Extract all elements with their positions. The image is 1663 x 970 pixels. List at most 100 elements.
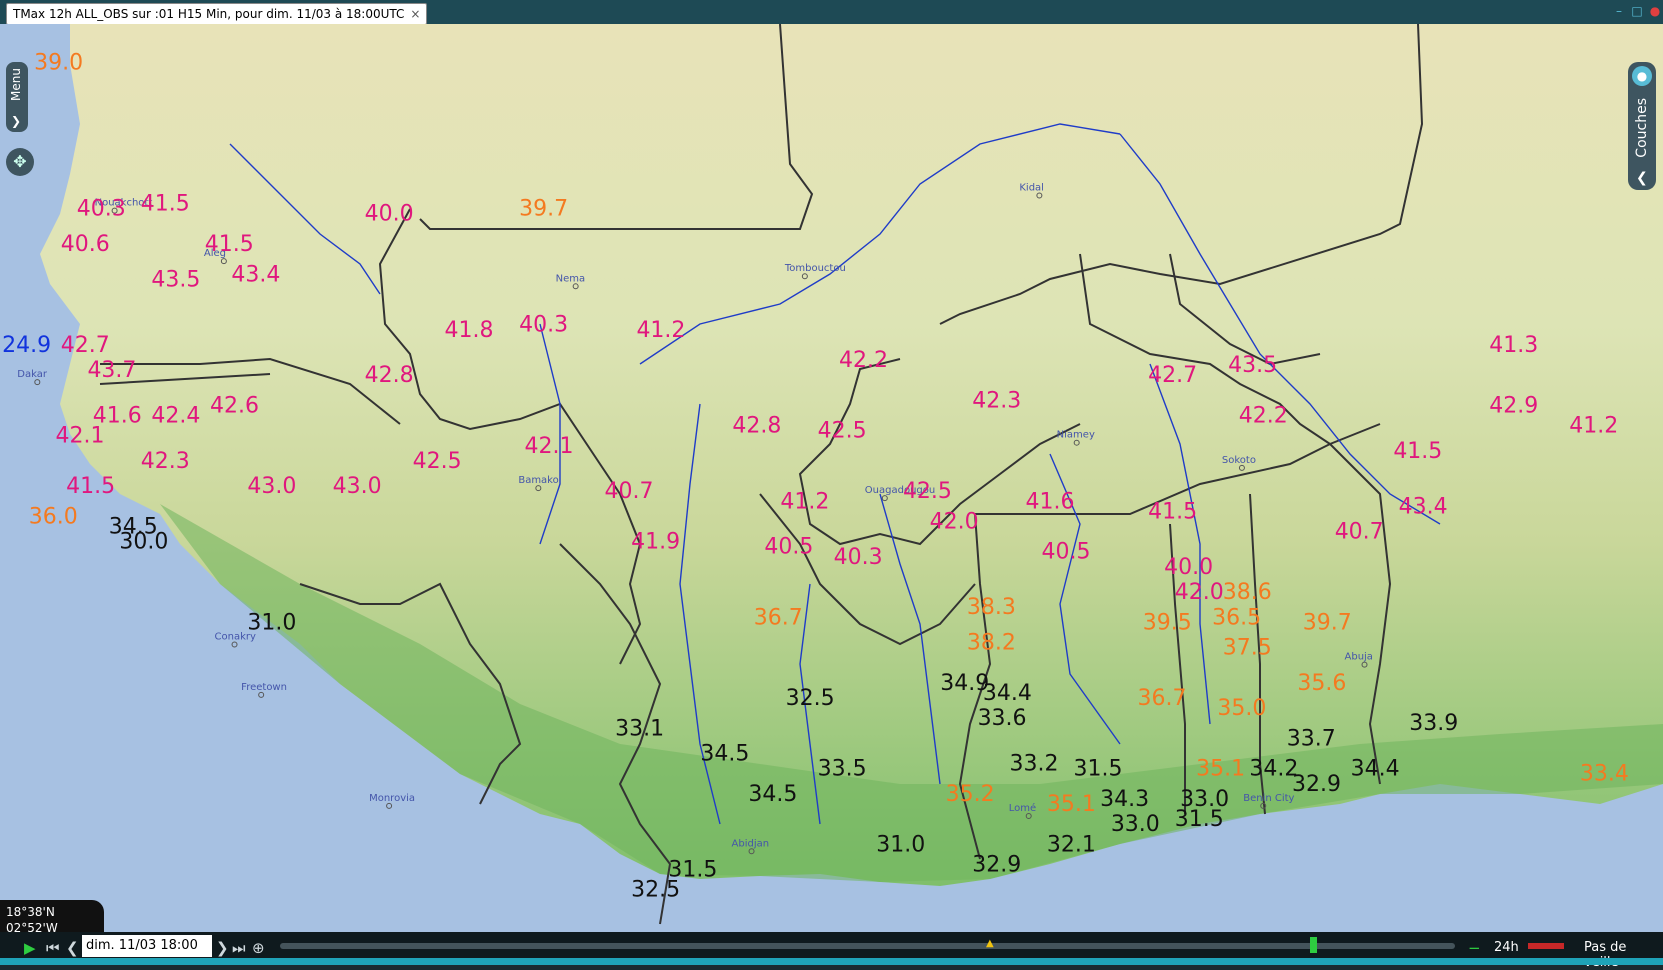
obs-value-47[interactable]: 40.0 (1164, 555, 1213, 580)
obs-value-42[interactable]: 40.5 (1042, 540, 1091, 565)
obs-value-66[interactable]: 32.5 (786, 686, 835, 711)
layers-tab[interactable]: ● Couches ❮ (1628, 62, 1656, 190)
obs-value-9[interactable]: 43.7 (87, 358, 136, 383)
time-slider-track[interactable] (280, 943, 1455, 949)
obs-value-82[interactable]: 34.3 (1100, 787, 1149, 812)
obs-value-48[interactable]: 42.0 (1175, 580, 1224, 605)
obs-value-20[interactable]: 30.0 (119, 530, 168, 555)
obs-value-45[interactable]: 42.2 (1239, 404, 1288, 429)
obs-value-7[interactable]: 24.9 (2, 333, 51, 358)
obs-value-58[interactable]: 35.0 (1217, 696, 1266, 721)
pan-icon[interactable]: ✥ (6, 148, 34, 176)
obs-value-49[interactable]: 38.6 (1223, 580, 1272, 605)
speed-slider[interactable] (1528, 943, 1564, 949)
obs-value-32[interactable]: 42.2 (839, 348, 888, 373)
obs-value-83[interactable]: 35.1 (1047, 792, 1096, 817)
obs-value-65[interactable]: 33.1 (615, 716, 664, 741)
obs-value-38[interactable]: 42.5 (903, 479, 952, 504)
obs-value-5[interactable]: 43.4 (231, 262, 280, 287)
obs-value-15[interactable]: 41.5 (66, 474, 115, 499)
obs-value-14[interactable]: 42.3 (141, 449, 190, 474)
obs-value-1[interactable]: 40.3 (77, 197, 126, 222)
obs-value-39[interactable]: 42.0 (930, 509, 979, 534)
obs-value-4[interactable]: 41.5 (205, 232, 254, 257)
obs-value-51[interactable]: 37.5 (1223, 636, 1272, 661)
obs-value-44[interactable]: 43.5 (1228, 353, 1277, 378)
map-canvas[interactable]: NouakchottAlegNemaTombouctouBamakoOuagad… (0, 24, 1663, 932)
obs-value-79[interactable]: 33.9 (1409, 711, 1458, 736)
zoom-icon[interactable]: ⊕ (252, 940, 265, 956)
minus-icon[interactable]: − (1468, 940, 1481, 956)
obs-value-73[interactable]: 31.5 (1074, 757, 1123, 782)
obs-value-43[interactable]: 42.7 (1148, 363, 1197, 388)
obs-value-70[interactable]: 34.5 (700, 741, 749, 766)
obs-value-60[interactable]: 42.9 (1489, 393, 1538, 418)
obs-value-46[interactable]: 41.5 (1148, 499, 1197, 524)
obs-value-57[interactable]: 36.7 (1137, 686, 1186, 711)
play-icon[interactable]: ▶ (24, 940, 36, 956)
obs-value-53[interactable]: 38.2 (967, 631, 1016, 656)
obs-value-22[interactable]: 39.7 (519, 197, 568, 222)
minimize-icon[interactable]: – (1612, 4, 1626, 18)
first-frame-icon[interactable]: ⏮ (46, 940, 60, 956)
obs-value-41[interactable]: 41.6 (1026, 489, 1075, 514)
obs-value-2[interactable]: 41.5 (141, 192, 190, 217)
obs-value-87[interactable]: 31.0 (876, 832, 925, 857)
obs-value-78[interactable]: 33.7 (1287, 726, 1336, 751)
obs-value-12[interactable]: 42.1 (55, 424, 104, 449)
obs-value-63[interactable]: 43.4 (1399, 494, 1448, 519)
obs-value-25[interactable]: 41.2 (636, 318, 685, 343)
obs-value-36[interactable]: 40.3 (834, 545, 883, 570)
prev-frame-icon[interactable]: ❮ (66, 940, 79, 956)
obs-value-75[interactable]: 34.2 (1249, 757, 1298, 782)
obs-value-50[interactable]: 36.5 (1212, 605, 1261, 630)
obs-value-8[interactable]: 42.7 (61, 333, 110, 358)
obs-value-91[interactable]: 32.5 (631, 878, 680, 903)
obs-value-6[interactable]: 43.5 (151, 267, 200, 292)
obs-value-64[interactable]: 40.7 (1335, 520, 1384, 545)
obs-value-89[interactable]: 32.9 (972, 852, 1021, 877)
obs-value-34[interactable]: 41.9 (631, 530, 680, 555)
close-window-icon[interactable]: ● (1648, 4, 1662, 18)
obs-value-85[interactable]: 33.0 (1111, 812, 1160, 837)
obs-value-37[interactable]: 36.7 (754, 605, 803, 630)
obs-value-93[interactable]: 33.4 (1580, 762, 1629, 787)
obs-value-68[interactable]: 34.4 (983, 681, 1032, 706)
time-slider-handle[interactable] (1310, 937, 1317, 953)
obs-value-33[interactable]: 41.2 (780, 489, 829, 514)
map-tab[interactable]: TMax 12h ALL_OBS sur :01 H15 Min, pour d… (6, 3, 428, 25)
obs-value-40[interactable]: 42.3 (972, 388, 1021, 413)
obs-value-67[interactable]: 34.9 (940, 671, 989, 696)
obs-value-24[interactable]: 40.3 (519, 313, 568, 338)
obs-value-72[interactable]: 33.2 (1010, 752, 1059, 777)
obs-value-35[interactable]: 40.5 (764, 535, 813, 560)
menu-tab[interactable]: Menu ❯ (6, 62, 28, 132)
obs-value-0[interactable]: 39.0 (34, 50, 83, 75)
obs-value-54[interactable]: 39.5 (1143, 610, 1192, 635)
obs-value-27[interactable]: 42.5 (413, 449, 462, 474)
obs-value-76[interactable]: 32.9 (1292, 772, 1341, 797)
obs-value-69[interactable]: 33.6 (978, 706, 1027, 731)
obs-value-17[interactable]: 43.0 (333, 474, 382, 499)
obs-value-23[interactable]: 41.8 (445, 318, 494, 343)
obs-value-29[interactable]: 40.7 (604, 479, 653, 504)
obs-value-81[interactable]: 35.2 (946, 782, 995, 807)
obs-value-80[interactable]: 34.5 (748, 782, 797, 807)
obs-value-55[interactable]: 39.7 (1303, 610, 1352, 635)
obs-value-62[interactable]: 41.5 (1393, 439, 1442, 464)
obs-value-3[interactable]: 40.6 (61, 232, 110, 257)
last-frame-icon[interactable]: ⏭ (232, 940, 246, 956)
obs-value-71[interactable]: 33.5 (818, 757, 867, 782)
obs-value-88[interactable]: 32.1 (1047, 832, 1096, 857)
date-field[interactable]: dim. 11/03 18:00 (82, 935, 212, 957)
obs-value-56[interactable]: 35.6 (1297, 671, 1346, 696)
next-frame-icon[interactable]: ❯ (216, 940, 229, 956)
obs-value-31[interactable]: 42.5 (818, 419, 867, 444)
obs-value-21[interactable]: 40.0 (365, 202, 414, 227)
obs-value-86[interactable]: 31.5 (1175, 807, 1224, 832)
obs-value-77[interactable]: 34.4 (1351, 757, 1400, 782)
obs-value-30[interactable]: 42.8 (732, 414, 781, 439)
obs-value-18[interactable]: 36.0 (29, 504, 78, 529)
obs-value-52[interactable]: 38.3 (967, 595, 1016, 620)
obs-value-92[interactable]: 31.0 (247, 610, 296, 635)
